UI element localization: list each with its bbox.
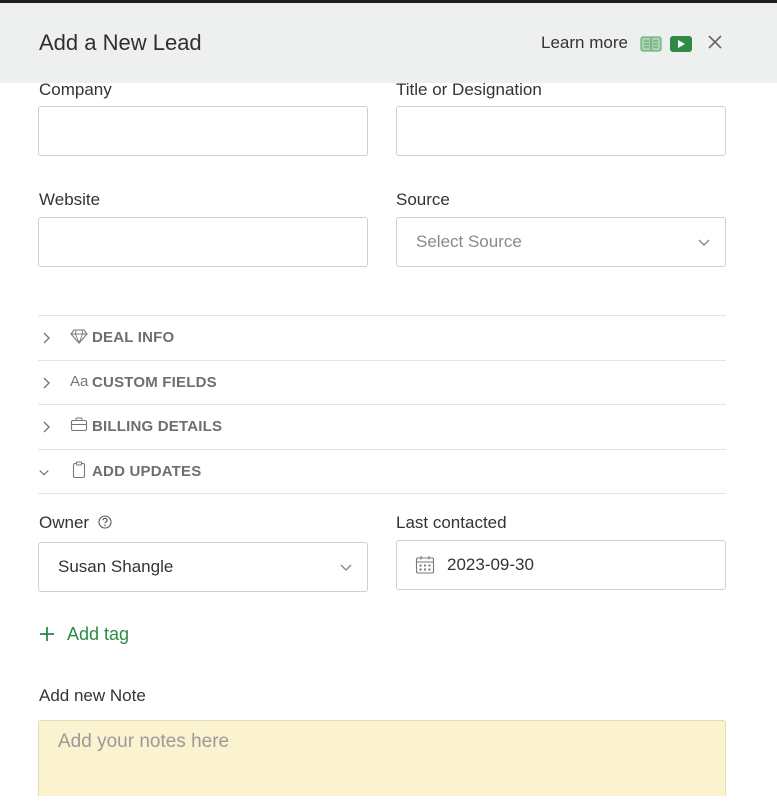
source-label: Source — [396, 190, 450, 209]
website-label: Website — [39, 190, 101, 209]
source-placeholder: Select Source — [416, 232, 522, 251]
modal-title: Add a New Lead — [39, 30, 202, 55]
add-lead-modal: Add a New Lead Learn more Company Title … — [0, 3, 777, 796]
section-custom-fields[interactable]: Aa CUSTOM FIELDS — [38, 360, 726, 405]
book-icon[interactable] — [640, 36, 662, 52]
plus-icon — [40, 627, 54, 641]
briefcase-icon — [70, 417, 88, 432]
owner-value: Susan Shangle — [58, 557, 174, 576]
chevron-down-icon — [340, 564, 352, 571]
owner-select[interactable]: Susan Shangle — [38, 542, 368, 592]
learn-more-link[interactable]: Learn more — [541, 33, 628, 53]
last-contacted-value: 2023-09-30 — [447, 555, 534, 574]
chevron-right-icon — [43, 332, 50, 344]
section-deal-info[interactable]: DEAL INFO — [38, 315, 726, 360]
website-input[interactable] — [38, 217, 368, 267]
section-label-add-updates: ADD UPDATES — [92, 463, 202, 480]
chevron-down-icon — [39, 470, 49, 476]
section-label-billing-details: BILLING DETAILS — [92, 418, 223, 435]
last-contacted-label: Last contacted — [396, 513, 507, 532]
chevron-down-icon — [698, 239, 710, 246]
last-contacted-date-input[interactable]: 2023-09-30 — [396, 540, 726, 590]
owner-label: Owner — [39, 513, 112, 533]
note-label: Add new Note — [39, 686, 146, 705]
title-label: Title or Designation — [396, 80, 542, 99]
video-icon[interactable] — [670, 36, 692, 52]
source-select[interactable]: Select Source — [396, 217, 726, 267]
note-textarea[interactable]: Add your notes here — [38, 720, 726, 796]
section-label-custom-fields: CUSTOM FIELDS — [92, 374, 217, 391]
close-icon[interactable] — [706, 33, 724, 51]
company-input[interactable] — [38, 106, 368, 156]
owner-label-text: Owner — [39, 513, 90, 532]
aa-icon: Aa — [70, 373, 89, 390]
note-placeholder: Add your notes here — [58, 731, 230, 752]
section-billing-details[interactable]: BILLING DETAILS — [38, 404, 726, 449]
section-label-deal-info: DEAL INFO — [92, 329, 175, 346]
title-input[interactable] — [396, 106, 726, 156]
section-add-updates[interactable]: ADD UPDATES — [38, 449, 726, 494]
chevron-right-icon — [43, 377, 50, 389]
add-tag-label: Add tag — [67, 624, 130, 644]
calendar-icon — [415, 556, 435, 574]
chevron-right-icon — [43, 421, 50, 433]
modal-header: Add a New Lead Learn more — [0, 3, 777, 83]
clipboard-icon — [72, 461, 86, 479]
diamond-icon — [70, 329, 88, 345]
help-icon[interactable] — [98, 515, 112, 529]
company-label: Company — [39, 80, 112, 99]
